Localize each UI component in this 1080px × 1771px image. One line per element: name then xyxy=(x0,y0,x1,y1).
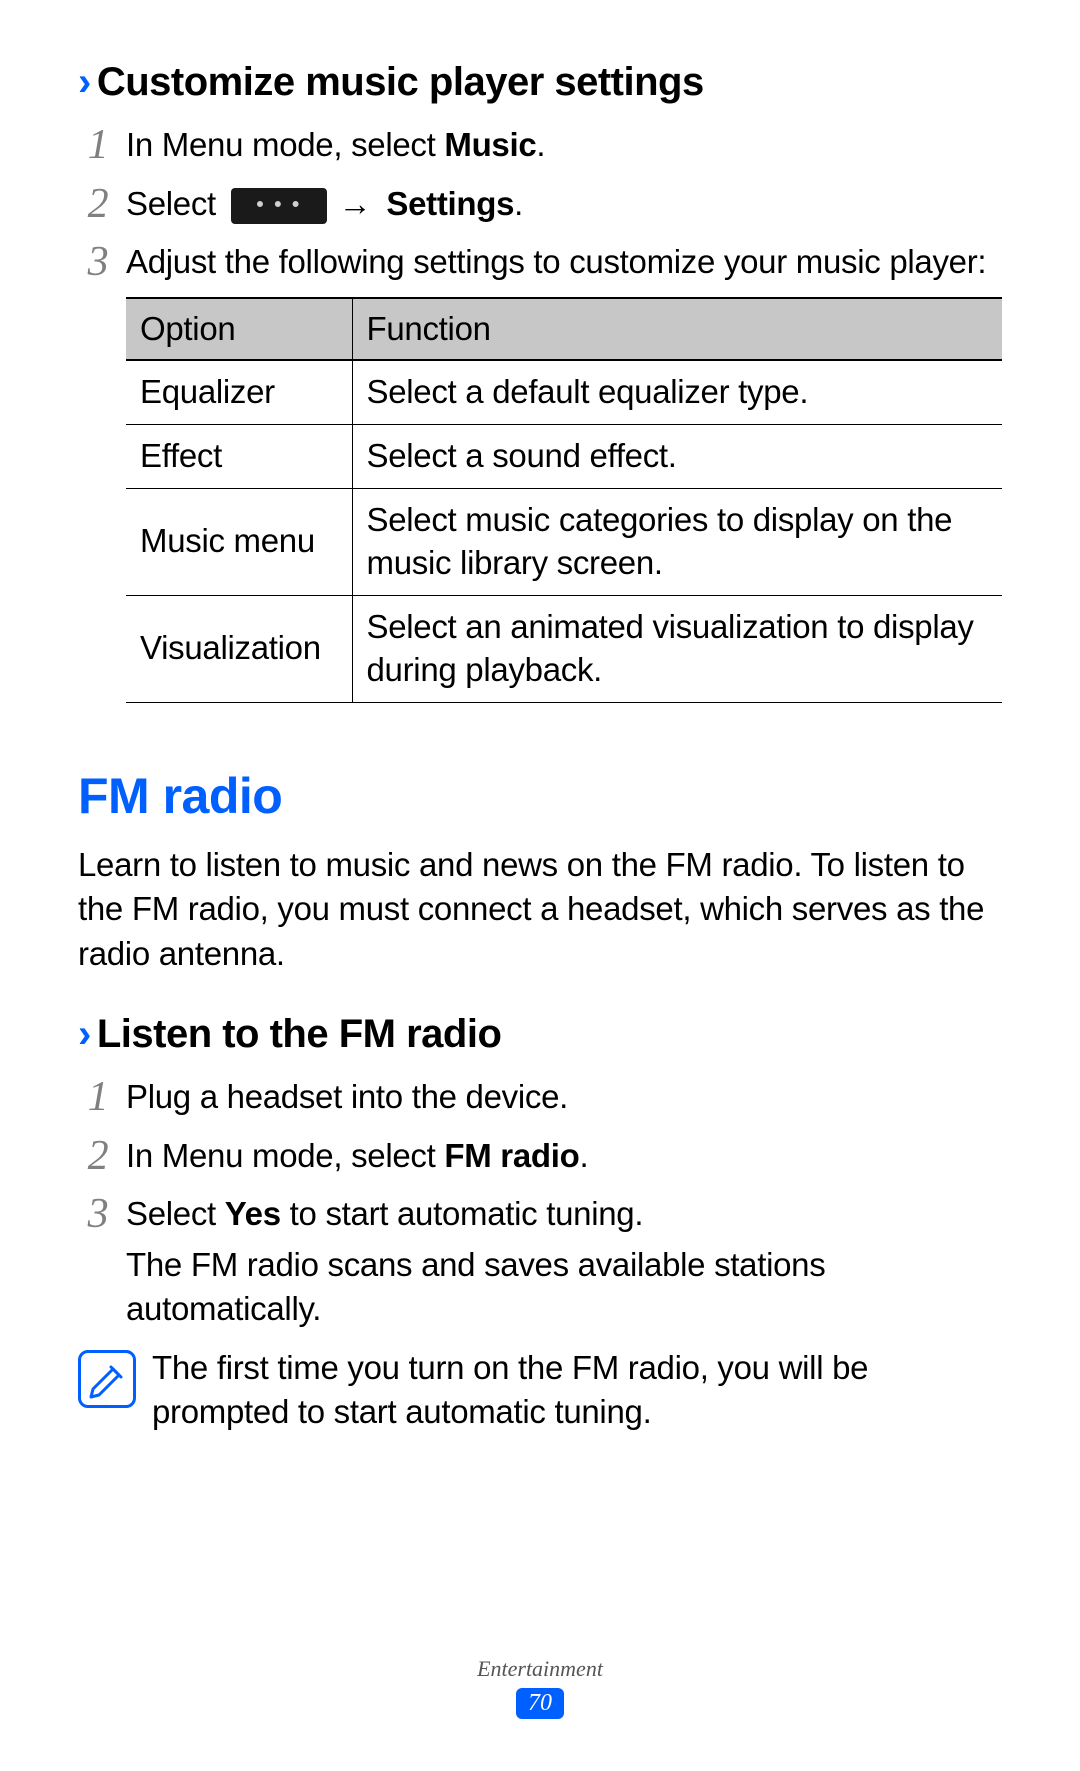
cell-function: Select an animated visualization to disp… xyxy=(352,595,1002,702)
step-sub-text: The FM radio scans and saves available s… xyxy=(126,1243,1002,1332)
step-text-end: . xyxy=(514,185,523,222)
steps-listen: 1 Plug a headset into the device. 2 In M… xyxy=(78,1075,1002,1332)
step-bold: Settings xyxy=(386,185,514,222)
cell-option: Visualization xyxy=(126,595,352,702)
step-text-end: . xyxy=(579,1137,588,1174)
cell-option: Effect xyxy=(126,425,352,489)
menu-dots-icon xyxy=(231,188,327,224)
note-icon xyxy=(78,1350,136,1408)
table-row: Effect Select a sound effect. xyxy=(126,425,1002,489)
table-header-option: Option xyxy=(126,298,352,361)
step-text: Select xyxy=(126,185,225,222)
step-text: Adjust the following settings to customi… xyxy=(126,243,986,280)
table-header-function: Function xyxy=(352,298,1002,361)
step-3: 3 Adjust the following settings to custo… xyxy=(78,240,1002,702)
table-header-row: Option Function xyxy=(126,298,1002,361)
section-title-fmradio: FM radio xyxy=(78,767,1002,825)
step-number: 1 xyxy=(78,117,118,174)
step-number: 2 xyxy=(78,1128,118,1185)
step-text: Plug a headset into the device. xyxy=(126,1078,568,1115)
subheading-text: Customize music player settings xyxy=(97,60,704,104)
step-number: 2 xyxy=(78,176,118,233)
page-number: 70 xyxy=(516,1688,564,1719)
subheading-listen: ›Listen to the FM radio xyxy=(78,1012,1002,1057)
note-block: The first time you turn on the FM radio,… xyxy=(78,1346,1002,1435)
step-number: 1 xyxy=(78,1069,118,1126)
cell-function: Select music categories to display on th… xyxy=(352,488,1002,595)
section-intro: Learn to listen to music and news on the… xyxy=(78,843,1002,977)
step-1: 1 Plug a headset into the device. xyxy=(78,1075,1002,1120)
step-bold: FM radio xyxy=(444,1137,579,1174)
step-number: 3 xyxy=(78,1186,118,1243)
step-text-end: to start automatic tuning. xyxy=(281,1195,643,1232)
cell-option: Music menu xyxy=(126,488,352,595)
page-footer: Entertainment 70 xyxy=(0,1656,1080,1719)
chevron-icon: › xyxy=(78,60,91,104)
chevron-icon: › xyxy=(78,1012,91,1056)
subheading-customize: ›Customize music player settings xyxy=(78,60,1002,105)
footer-category: Entertainment xyxy=(0,1656,1080,1682)
step-text-end: . xyxy=(536,126,545,163)
step-2: 2 Select → Settings. xyxy=(78,182,1002,227)
step-text: In Menu mode, select xyxy=(126,1137,444,1174)
table-row: Visualization Select an animated visuali… xyxy=(126,595,1002,702)
step-bold: Yes xyxy=(225,1195,281,1232)
cell-option: Equalizer xyxy=(126,360,352,424)
cell-function: Select a default equalizer type. xyxy=(352,360,1002,424)
step-number: 3 xyxy=(78,234,118,291)
cell-function: Select a sound effect. xyxy=(352,425,1002,489)
note-text: The first time you turn on the FM radio,… xyxy=(152,1346,1002,1435)
step-bold: Music xyxy=(444,126,536,163)
manual-page: ›Customize music player settings 1 In Me… xyxy=(0,0,1080,1435)
step-text: In Menu mode, select xyxy=(126,126,444,163)
step-3: 3 Select Yes to start automatic tuning. … xyxy=(78,1192,1002,1332)
subheading-text: Listen to the FM radio xyxy=(97,1012,502,1056)
options-table: Option Function Equalizer Select a defau… xyxy=(126,297,1002,703)
steps-customize: 1 In Menu mode, select Music. 2 Select →… xyxy=(78,123,1002,703)
arrow-icon: → xyxy=(339,185,372,222)
step-2: 2 In Menu mode, select FM radio. xyxy=(78,1134,1002,1179)
step-1: 1 In Menu mode, select Music. xyxy=(78,123,1002,168)
table-row: Equalizer Select a default equalizer typ… xyxy=(126,360,1002,424)
table-row: Music menu Select music categories to di… xyxy=(126,488,1002,595)
step-text: Select xyxy=(126,1195,225,1232)
